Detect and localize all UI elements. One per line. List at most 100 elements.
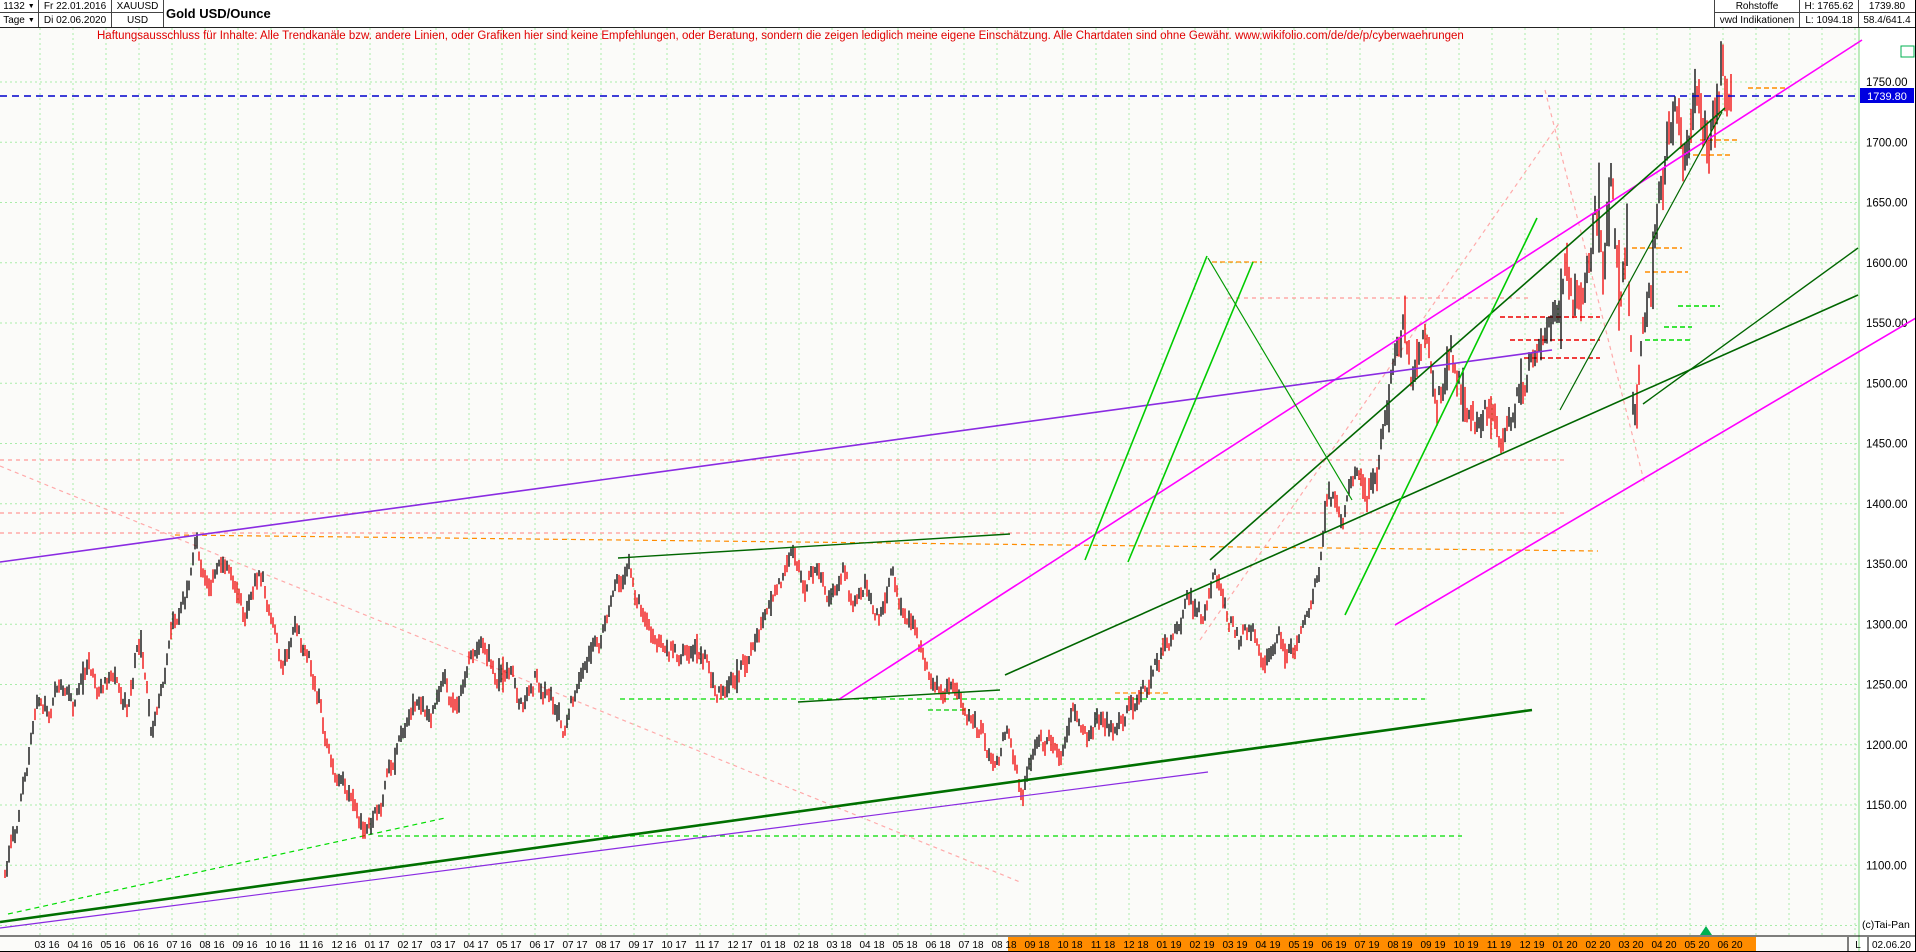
last-price-badge-value: 1739.80 bbox=[1867, 91, 1907, 103]
x-axis-month-label: 03 17 bbox=[430, 940, 455, 951]
category-value: Rohstoffe bbox=[1735, 0, 1779, 12]
category-label: Rohstoffe bbox=[1714, 0, 1799, 13]
x-axis-month-label: 04 19 bbox=[1255, 940, 1280, 951]
tai-pan-chart-window: 1750.00 1700.00 1650.00 1600.00 1550.00 1500.… bbox=[0, 0, 1916, 952]
x-axis-month-label: 11 18 bbox=[1091, 940, 1116, 951]
x-axis-month-label: 05 16 bbox=[100, 940, 125, 951]
y-axis-tick-label: 1500.00 bbox=[1866, 378, 1908, 390]
x-axis-month-label: 10 18 bbox=[1057, 940, 1082, 951]
x-axis-month-label: 02 19 bbox=[1189, 940, 1214, 951]
y-axis-tick-label: 1550.00 bbox=[1866, 318, 1908, 330]
x-axis-month-label: 06 20 bbox=[1717, 940, 1742, 951]
x-axis-month-label: 01 19 bbox=[1156, 940, 1181, 951]
currency-field: USD bbox=[112, 13, 164, 27]
bars-count-dropdown[interactable]: 1132 ▼ bbox=[0, 0, 39, 13]
period-value: Tage bbox=[3, 14, 25, 26]
stat-label: 58.4/641.4 bbox=[1858, 13, 1915, 27]
x-axis-month-label: 09 19 bbox=[1420, 940, 1445, 951]
x-axis-month-label: 10 16 bbox=[265, 940, 290, 951]
chart-scroll-widget[interactable] bbox=[1900, 45, 1915, 58]
low-label: L: 1094.18 bbox=[1799, 13, 1858, 27]
y-axis-tick-label: 1600.00 bbox=[1866, 258, 1908, 270]
x-axis-month-label: 06 19 bbox=[1321, 940, 1346, 951]
page-title: Gold USD/Ounce bbox=[166, 5, 271, 21]
x-axis-month-label: 07 18 bbox=[958, 940, 983, 951]
chevron-down-icon: ▼ bbox=[27, 2, 35, 10]
price-chart-canvas[interactable]: 1750.00 1700.00 1650.00 1600.00 1550.00 1500.… bbox=[0, 0, 1916, 952]
y-axis-tick-label: 1400.00 bbox=[1866, 499, 1908, 511]
y-axis-tick-label: 1300.00 bbox=[1866, 619, 1908, 631]
x-axis-month-label: 06 17 bbox=[529, 940, 554, 951]
x-axis-month-label: 10 19 bbox=[1453, 940, 1478, 951]
disclaimer-text: Haftungsausschluss für Inhalte: Alle Tre… bbox=[97, 30, 1464, 42]
x-axis-month-label: 04 17 bbox=[463, 940, 488, 951]
date-from-field[interactable]: Fr 22.01.2016 bbox=[39, 0, 112, 13]
x-axis-month-label: 05 18 bbox=[892, 940, 917, 951]
x-axis-month-label: 01 17 bbox=[364, 940, 389, 951]
chevron-down-icon: ▼ bbox=[27, 16, 35, 24]
x-axis-month-label: 04 20 bbox=[1651, 940, 1676, 951]
source-value: vwd Indikationen bbox=[1719, 14, 1795, 26]
x-axis-month-label: 01 18 bbox=[760, 940, 785, 951]
x-axis-month-label: 11 17 bbox=[695, 940, 720, 951]
y-axis-tick-label: 1450.00 bbox=[1866, 439, 1908, 451]
x-axis-month-label: 02 20 bbox=[1585, 940, 1610, 951]
x-axis-month-label: 06 18 bbox=[925, 940, 950, 951]
footer-last-label: L bbox=[1855, 940, 1861, 951]
y-axis-tick-label: 1350.00 bbox=[1866, 559, 1908, 571]
bars-count-value: 1132 bbox=[3, 0, 25, 12]
x-axis-month-label: 12 16 bbox=[331, 940, 356, 951]
y-axis-tick-label: 1750.00 bbox=[1866, 77, 1908, 89]
footer-date-label: 02.06.20 bbox=[1872, 940, 1911, 951]
x-axis-month-label: 05 19 bbox=[1288, 940, 1313, 951]
x-axis-month-label: 08 16 bbox=[199, 940, 224, 951]
x-axis-month-label: 02 18 bbox=[793, 940, 818, 951]
x-axis-month-label: 08 17 bbox=[595, 940, 620, 951]
x-axis-month-label: 07 19 bbox=[1354, 940, 1379, 951]
x-axis-month-label: 12 17 bbox=[727, 940, 752, 951]
x-axis-month-label: 04 18 bbox=[859, 940, 884, 951]
y-axis-tick-label: 1700.00 bbox=[1866, 137, 1908, 149]
x-axis-month-label: 04 16 bbox=[67, 940, 92, 951]
x-axis-month-label: 08 18 bbox=[991, 940, 1016, 951]
x-axis-month-label: 03 16 bbox=[34, 940, 59, 951]
x-axis-month-label: 01 20 bbox=[1552, 940, 1577, 951]
x-axis-month-label: 09 17 bbox=[628, 940, 653, 951]
y-axis-tick-label: 1200.00 bbox=[1866, 740, 1908, 752]
y-axis-tick-label: 1150.00 bbox=[1866, 800, 1907, 812]
x-axis-month-label: 11 19 bbox=[1487, 940, 1512, 951]
plot-background bbox=[0, 0, 1915, 951]
high-value: H: 1765.62 bbox=[1804, 0, 1854, 12]
last-price-label: 1739.80 bbox=[1858, 0, 1915, 13]
x-axis-month-label: 09 18 bbox=[1024, 940, 1049, 951]
x-axis-month-label: 06 16 bbox=[133, 940, 158, 951]
x-axis-month-label: 02 17 bbox=[397, 940, 422, 951]
x-axis-month-label: 09 16 bbox=[232, 940, 257, 951]
x-axis-month-label: 05 17 bbox=[496, 940, 521, 951]
date-from-value: Fr 22.01.2016 bbox=[43, 0, 107, 12]
low-value: L: 1094.18 bbox=[1805, 14, 1853, 26]
x-axis-month-label: 12 18 bbox=[1123, 940, 1148, 951]
chart-header: 1132 ▼ Tage ▼ Fr 22.01.2016 Di 02.06.202… bbox=[0, 0, 1915, 28]
x-axis-month-label: 07 17 bbox=[562, 940, 587, 951]
date-to-value: Di 02.06.2020 bbox=[43, 14, 107, 26]
currency-value: USD bbox=[126, 14, 149, 26]
period-dropdown[interactable]: Tage ▼ bbox=[0, 13, 39, 27]
x-axis-month-label: 03 18 bbox=[826, 940, 851, 951]
stat-value: 58.4/641.4 bbox=[1863, 14, 1911, 26]
source-label: vwd Indikationen bbox=[1714, 13, 1799, 27]
x-axis-month-label: 10 17 bbox=[661, 940, 686, 951]
x-axis-month-label: 12 19 bbox=[1519, 940, 1544, 951]
date-to-field[interactable]: Di 02.06.2020 bbox=[39, 13, 112, 27]
x-axis-highlight-band bbox=[1008, 937, 1756, 951]
copyright-label: (c)Tai-Pan bbox=[1862, 919, 1910, 931]
x-axis-month-label: 07 16 bbox=[166, 940, 191, 951]
y-axis-tick-label: 1650.00 bbox=[1866, 198, 1908, 210]
high-label: H: 1765.62 bbox=[1799, 0, 1858, 13]
y-axis-tick-label: 1250.00 bbox=[1866, 680, 1908, 692]
last-price-value: 1739.80 bbox=[1868, 0, 1906, 12]
symbol-field: XAUUSD bbox=[112, 0, 164, 13]
x-axis-month-label: 03 19 bbox=[1222, 940, 1247, 951]
x-axis-month-label: 05 20 bbox=[1684, 940, 1709, 951]
right-axis-strip bbox=[1859, 27, 1915, 951]
